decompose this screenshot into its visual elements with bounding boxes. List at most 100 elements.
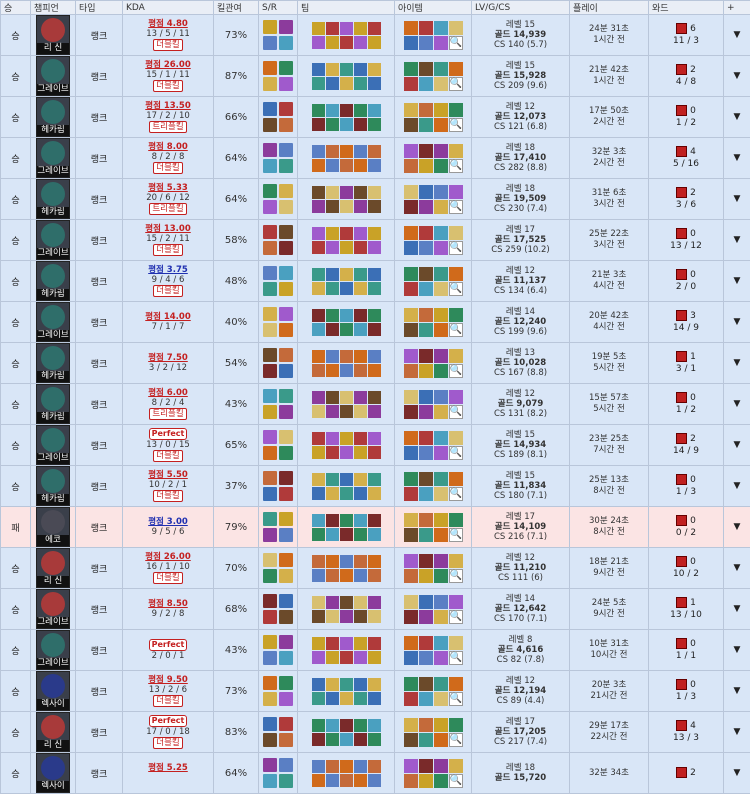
player-champion-icon[interactable] [326,22,339,35]
search-icon[interactable]: 🔍 [449,364,463,378]
player-champion-icon[interactable] [326,36,339,49]
player-champion-icon[interactable] [354,159,367,172]
player-champion-icon[interactable] [368,36,381,49]
expand-dropdown-icon[interactable]: ▼ [724,261,750,302]
player-champion-icon[interactable] [368,159,381,172]
match-row[interactable]: 승 리 신 랭크 평점 4.80 13 / 5 / 11 더블킬 73% 🔍 레… [1,15,750,56]
search-icon[interactable]: 🔍 [449,323,463,337]
player-champion-icon[interactable] [354,323,367,336]
player-champion-icon[interactable] [340,391,353,404]
player-champion-icon[interactable] [354,268,367,281]
expand-dropdown-icon[interactable]: ▼ [724,15,750,56]
champion-portrait[interactable]: 그레이브 [36,138,70,178]
player-champion-icon[interactable] [368,651,381,664]
player-champion-icon[interactable] [312,77,325,90]
player-champion-icon[interactable] [312,241,325,254]
expand-dropdown-icon[interactable]: ▼ [724,138,750,179]
player-champion-icon[interactable] [312,118,325,131]
player-champion-icon[interactable] [340,487,353,500]
player-champion-icon[interactable] [340,323,353,336]
player-champion-icon[interactable] [368,733,381,746]
player-champion-icon[interactable] [326,391,339,404]
player-champion-icon[interactable] [354,651,367,664]
search-icon[interactable]: 🔍 [449,446,463,460]
player-champion-icon[interactable] [368,432,381,445]
col-ward[interactable]: 와드 [649,1,724,15]
player-champion-icon[interactable] [340,432,353,445]
col-more[interactable]: + [724,1,750,15]
match-row[interactable]: 승 헤카림 랭크 평점 13.50 17 / 2 / 10 트리플킬 66% 🔍… [1,97,750,138]
player-champion-icon[interactable] [326,432,339,445]
player-champion-icon[interactable] [368,200,381,213]
search-icon[interactable]: 🔍 [449,610,463,624]
player-champion-icon[interactable] [368,569,381,582]
match-row[interactable]: 승 렉사이 랭크 평점 9.50 13 / 2 / 6 더블킬 73% 🔍 레벨… [1,671,750,712]
search-icon[interactable]: 🔍 [449,569,463,583]
player-champion-icon[interactable] [326,487,339,500]
player-champion-icon[interactable] [340,145,353,158]
player-champion-icon[interactable] [340,159,353,172]
player-champion-icon[interactable] [312,145,325,158]
player-champion-icon[interactable] [312,596,325,609]
champion-portrait[interactable]: 그레이브 [36,302,70,342]
player-champion-icon[interactable] [354,514,367,527]
player-champion-icon[interactable] [368,364,381,377]
player-champion-icon[interactable] [326,637,339,650]
player-champion-icon[interactable] [368,63,381,76]
champion-portrait[interactable]: 헤카림 [36,97,70,137]
search-icon[interactable]: 🔍 [449,200,463,214]
player-champion-icon[interactable] [340,760,353,773]
player-champion-icon[interactable] [326,241,339,254]
player-champion-icon[interactable] [312,104,325,117]
player-champion-icon[interactable] [368,391,381,404]
champion-portrait[interactable]: 리 신 [36,548,70,588]
champion-portrait[interactable]: 렉사이 [36,671,70,711]
player-champion-icon[interactable] [354,405,367,418]
search-icon[interactable]: 🔍 [449,487,463,501]
search-icon[interactable]: 🔍 [449,282,463,296]
search-icon[interactable]: 🔍 [449,733,463,747]
col-kda[interactable]: KDA [123,1,214,15]
col-team[interactable]: 팀 [298,1,395,15]
player-champion-icon[interactable] [340,774,353,787]
champion-portrait[interactable]: 그레이브 [36,630,70,670]
player-champion-icon[interactable] [326,514,339,527]
player-champion-icon[interactable] [312,364,325,377]
player-champion-icon[interactable] [340,241,353,254]
player-champion-icon[interactable] [326,364,339,377]
player-champion-icon[interactable] [312,569,325,582]
player-champion-icon[interactable] [312,186,325,199]
player-champion-icon[interactable] [326,63,339,76]
player-champion-icon[interactable] [354,200,367,213]
champion-portrait[interactable]: 그레이브 [36,220,70,260]
player-champion-icon[interactable] [354,678,367,691]
player-champion-icon[interactable] [354,77,367,90]
champion-portrait[interactable]: 헤카림 [36,466,70,506]
expand-dropdown-icon[interactable]: ▼ [724,589,750,630]
kda-average[interactable]: 평점 13.00 [145,224,191,234]
col-sr[interactable]: S/R [259,1,298,15]
player-champion-icon[interactable] [368,350,381,363]
expand-dropdown-icon[interactable]: ▼ [724,548,750,589]
player-champion-icon[interactable] [340,514,353,527]
player-champion-icon[interactable] [368,323,381,336]
player-champion-icon[interactable] [326,118,339,131]
expand-dropdown-icon[interactable]: ▼ [724,712,750,753]
match-row[interactable]: 승 리 신 랭크 평점 26.00 16 / 1 / 10 더블킬 70% 🔍 … [1,548,750,589]
player-champion-icon[interactable] [326,268,339,281]
player-champion-icon[interactable] [312,733,325,746]
player-champion-icon[interactable] [368,596,381,609]
col-kp[interactable]: 킬관여 [214,1,259,15]
col-champion[interactable]: 챔피언 [31,1,76,15]
player-champion-icon[interactable] [368,487,381,500]
player-champion-icon[interactable] [354,774,367,787]
match-row[interactable]: 승 헤카림 랭크 평점 6.00 8 / 2 / 4 트리플킬 43% 🔍 레벨… [1,384,750,425]
player-champion-icon[interactable] [312,22,325,35]
kda-average[interactable]: 평점 3.00 [148,517,188,527]
kda-average[interactable]: 평점 26.00 [145,60,191,70]
search-icon[interactable]: 🔍 [449,774,463,788]
player-champion-icon[interactable] [312,637,325,650]
player-champion-icon[interactable] [354,637,367,650]
match-row[interactable]: 승 그레이브 랭크 평점 8.50 9 / 2 / 8 68% 🔍 레벨 14 … [1,589,750,630]
player-champion-icon[interactable] [354,282,367,295]
